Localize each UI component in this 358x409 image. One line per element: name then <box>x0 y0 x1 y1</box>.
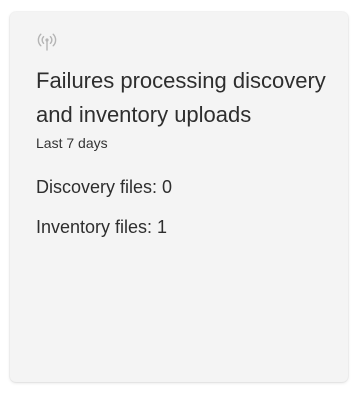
stats-list: Discovery files: 0 Inventory files: 1 <box>36 176 324 238</box>
time-period-label: Last 7 days <box>36 135 108 151</box>
discovery-files-count: Discovery files: 0 <box>36 177 173 197</box>
inventory-files-count: Inventory files: 1 <box>36 217 168 237</box>
antenna-signal-icon <box>36 31 58 53</box>
card-title: Failures processing discovery and invent… <box>36 68 326 127</box>
failures-card[interactable]: Failures processing discovery and invent… <box>10 12 348 382</box>
